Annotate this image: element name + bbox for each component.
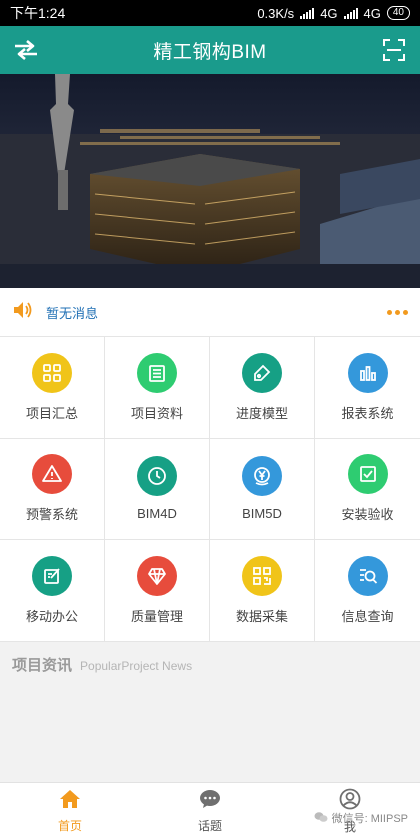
speaker-icon xyxy=(12,300,34,325)
grid-item-label: 预警系统 xyxy=(25,507,78,523)
network-speed: 0.3K/s xyxy=(257,5,295,21)
more-dots-icon[interactable] xyxy=(387,309,408,315)
news-title-en: PopularProject News xyxy=(80,659,193,673)
grid-item-label: 项目汇总 xyxy=(25,405,78,421)
home-icon xyxy=(59,789,81,814)
list-icon xyxy=(137,352,177,393)
edit-icon xyxy=(32,556,72,597)
watermark-text: 微信号: MIIPSP xyxy=(331,813,408,825)
tab-label: 话题 xyxy=(197,819,222,833)
page-title: 精工钢构BIM xyxy=(153,41,267,63)
banner-image[interactable] xyxy=(0,74,420,288)
grid-item-bim5d[interactable]: BIM5D xyxy=(210,438,315,541)
status-right: 0.3K/s 4G 4G 40 xyxy=(257,6,410,21)
network-type-1: 4G xyxy=(320,5,338,21)
grid-item-label: 数据采集 xyxy=(235,609,288,625)
wechat-icon xyxy=(314,811,328,826)
signal-icon-2 xyxy=(343,7,358,19)
grid-item-project-summary[interactable]: 项目汇总 xyxy=(0,337,105,439)
grid-item-label: 项目资料 xyxy=(130,405,183,421)
bar-chart-icon xyxy=(347,352,388,393)
app-bar: 精工钢构BIM xyxy=(0,26,420,74)
grid-item-progress-model[interactable]: 进度模型 xyxy=(210,337,315,439)
grid-item-data-collection[interactable]: 数据采集 xyxy=(210,540,315,642)
grid-item-label: 移动办公 xyxy=(25,609,78,625)
grid-item-label: 质量管理 xyxy=(130,609,183,625)
grid-item-info-query[interactable]: 信息查询 xyxy=(315,540,420,642)
tag-icon xyxy=(242,352,282,393)
notice-text: 暂无消息 xyxy=(46,305,99,321)
tab-label: 首页 xyxy=(57,819,82,833)
grid-item-label: 安装验收 xyxy=(341,507,394,523)
grid-item-label: 进度模型 xyxy=(235,405,288,421)
status-time: 下午1:24 xyxy=(10,5,66,21)
scan-icon[interactable] xyxy=(370,26,418,74)
wechat-watermark: 微信号: MIIPSP xyxy=(314,810,408,826)
notice-bar[interactable]: 暂无消息 xyxy=(0,288,420,336)
grid-item-quality-management[interactable]: 质量管理 xyxy=(105,540,210,642)
search-list-icon xyxy=(347,556,388,597)
grid-item-warning-system[interactable]: 预警系统 xyxy=(0,438,105,541)
clock-icon xyxy=(137,456,177,497)
network-type-2: 4G xyxy=(363,5,381,21)
news-section-header: 项目资讯 PopularProject News xyxy=(12,654,192,675)
feature-grid: 项目汇总 项目资料 进度模型 报表系统 预警系统 BIM4D BIM5D 安装验… xyxy=(0,336,420,642)
grid-icon xyxy=(32,352,72,393)
chat-icon xyxy=(199,789,221,814)
news-title-cn: 项目资讯 xyxy=(12,657,73,674)
signal-icon xyxy=(300,7,315,19)
warning-icon xyxy=(32,454,72,495)
battery-icon: 40 xyxy=(386,6,410,20)
tab-topics[interactable]: 话题 xyxy=(140,783,280,840)
grid-item-mobile-office[interactable]: 移动办公 xyxy=(0,540,105,642)
qr-icon xyxy=(242,556,282,597)
check-icon xyxy=(347,454,388,495)
grid-item-report-system[interactable]: 报表系统 xyxy=(315,337,420,439)
grid-item-label: BIM4D xyxy=(137,506,177,522)
grid-item-install-acceptance[interactable]: 安装验收 xyxy=(315,439,420,541)
grid-item-bim4d[interactable]: BIM4D xyxy=(105,438,210,541)
status-bar: 下午1:24 0.3K/s 4G 4G 40 xyxy=(0,0,420,26)
switch-arrows-icon[interactable] xyxy=(2,26,50,74)
grid-item-label: BIM5D xyxy=(242,506,282,522)
tab-home[interactable]: 首页 xyxy=(0,783,140,840)
diamond-icon xyxy=(137,556,177,597)
grid-item-project-docs[interactable]: 项目资料 xyxy=(105,337,210,439)
yen-icon xyxy=(242,456,282,497)
grid-item-label: 报表系统 xyxy=(341,405,394,421)
grid-item-label: 信息查询 xyxy=(341,609,394,625)
